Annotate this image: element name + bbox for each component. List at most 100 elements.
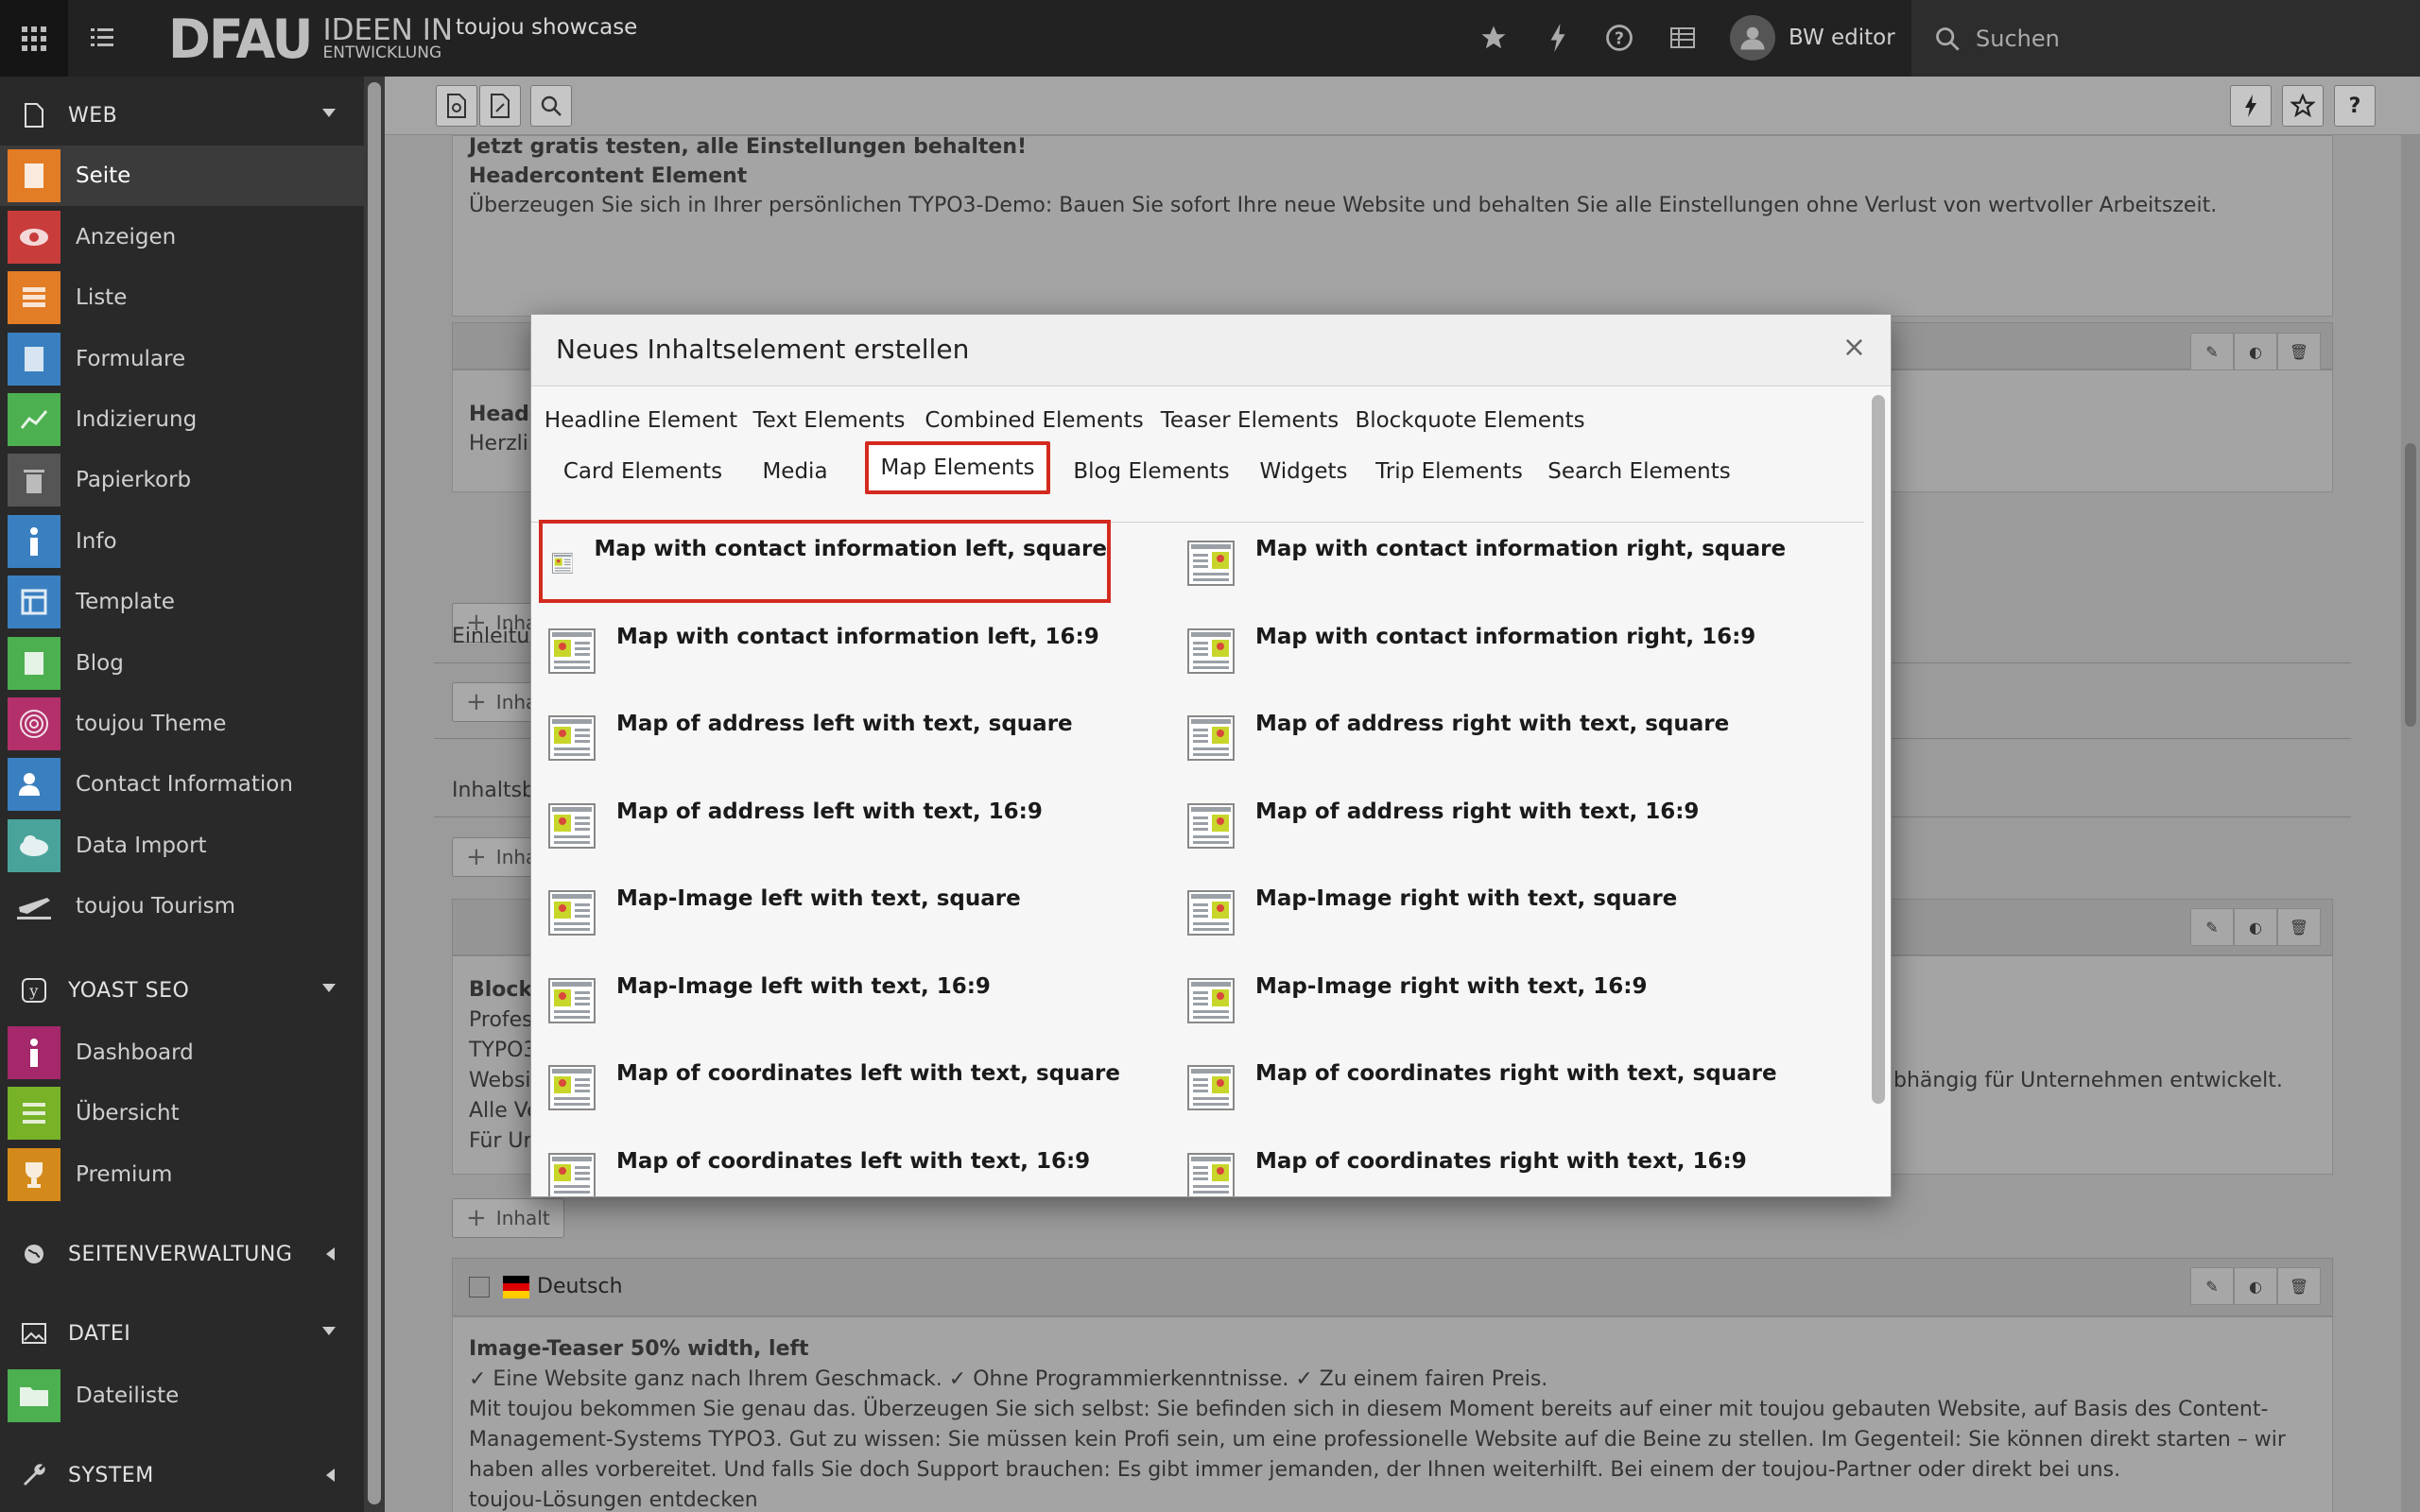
group-yoast-seo[interactable]: y YOAST SEO [0, 957, 364, 1023]
toggle-icon[interactable]: ◐ [2234, 1267, 2277, 1305]
user-menu[interactable]: BW editor [1730, 11, 1895, 64]
content-element-option[interactable]: Map of coordinates left with text, squar… [548, 1054, 1125, 1125]
edit-page-button[interactable] [479, 85, 521, 127]
module-data-import[interactable]: Data Import [0, 816, 364, 876]
tab-card-elements[interactable]: Card Elements [548, 448, 737, 495]
content-element-option[interactable]: Map-Image left with text, square [548, 879, 1125, 951]
module-toujou-theme[interactable]: toujou Theme [0, 694, 364, 754]
search-field[interactable]: Suchen [1911, 0, 2420, 77]
content-element-option[interactable]: Map of coordinates right with text, 16:9 [1187, 1142, 1849, 1196]
new-content-element-modal: Neues Inhaltselement erstellen × Headlin… [530, 314, 1892, 1197]
toggle-icon[interactable]: ◐ [2234, 333, 2277, 370]
tab-media[interactable]: Media [752, 448, 838, 495]
module-anzeigen[interactable]: Anzeigen [0, 207, 364, 267]
content-text: Image-Teaser 50% width, left [469, 1337, 809, 1361]
tab-headline-element[interactable]: Headline Element [544, 397, 737, 444]
bookmark-button[interactable] [2282, 85, 2324, 127]
content-element-option[interactable]: Map of address right with text, square [1187, 704, 1849, 776]
map-element-icon [1187, 541, 1235, 586]
page-tree-toggle-button[interactable] [78, 17, 127, 59]
site-name[interactable]: toujou showcase [456, 15, 637, 40]
dfau-logo[interactable]: DFAU IDEEN IN ENTWICKLUNG [168, 8, 453, 70]
module-label: Papierkorb [76, 468, 192, 492]
tab-widgets[interactable]: Widgets [1252, 448, 1356, 495]
edit-icon[interactable]: ✎ [2190, 908, 2234, 946]
content-text: Jetzt gratis testen, alle Einstellungen … [469, 135, 1028, 159]
group-seitenverwaltung[interactable]: SEITENVERWALTUNG [0, 1221, 364, 1287]
flush-cache-button[interactable] [1539, 19, 1577, 57]
delete-icon[interactable]: 🗑 [2277, 1267, 2321, 1305]
tab-blockquote-elements[interactable]: Blockquote Elements [1355, 397, 1584, 444]
content-element-option[interactable]: Map-Image right with text, square [1187, 879, 1849, 951]
module-seite[interactable]: Seite [0, 146, 364, 206]
content-element-option[interactable]: Map with contact information left, 16:9 [548, 617, 1125, 689]
edit-icon[interactable]: ✎ [2190, 333, 2234, 370]
module-label: Dateiliste [76, 1383, 180, 1408]
module-toujou-tourism[interactable]: toujou Tourism [0, 876, 364, 936]
tab-blog-elements[interactable]: Blog Elements [1064, 448, 1238, 495]
help-button[interactable]: ? [2334, 85, 2376, 127]
sidebar-scrollbar[interactable] [364, 77, 385, 1512]
module-info[interactable]: Info [0, 511, 364, 572]
content-element-option[interactable]: Map of address left with text, 16:9 [548, 792, 1125, 864]
question-circle-icon: ? [1606, 25, 1633, 51]
content-element-option[interactable]: Map of address left with text, square [548, 704, 1125, 776]
module-template[interactable]: Template [0, 572, 364, 632]
module-blog[interactable]: Blog [0, 633, 364, 694]
content-element-option[interactable]: Map with contact information right, squa… [1187, 529, 1849, 601]
content-element-label: Map of coordinates right with text, squa… [1255, 1061, 1777, 1086]
edit-icon[interactable]: ✎ [2190, 1267, 2234, 1305]
module-indizierung[interactable]: Indizierung [0, 389, 364, 450]
app-grid-button[interactable] [0, 0, 68, 77]
tab-map-elements[interactable]: Map Elements [865, 441, 1050, 494]
help-button[interactable]: ? [1600, 19, 1638, 57]
caret-down-icon [322, 109, 336, 117]
delete-icon[interactable]: 🗑 [2277, 333, 2321, 370]
module-dashboard[interactable]: Dashboard [0, 1022, 364, 1083]
template-icon [8, 576, 60, 628]
add-content-button[interactable]: + Inhalt [452, 1198, 564, 1238]
content-element-option[interactable]: Map of coordinates left with text, 16:9 [548, 1142, 1125, 1196]
view-page-button[interactable] [436, 85, 477, 127]
system-info-button[interactable] [1664, 19, 1702, 57]
tab-search-elements[interactable]: Search Elements [1545, 448, 1734, 495]
content-element-option[interactable]: Map with contact information right, 16:9 [1187, 617, 1849, 689]
map-element-icon [552, 553, 574, 574]
module-dateiliste[interactable]: Dateiliste [0, 1366, 364, 1426]
tab-combined-elements[interactable]: Combined Elements [925, 397, 1144, 444]
module-uebersicht[interactable]: Übersicht [0, 1083, 364, 1143]
content-element-option[interactable]: Map of coordinates right with text, squa… [1187, 1054, 1849, 1125]
tab-teaser-elements[interactable]: Teaser Elements [1157, 397, 1342, 444]
info-icon [8, 1026, 60, 1079]
content-text: Headercontent Element [469, 164, 748, 188]
content-element-option[interactable]: Map-Image right with text, 16:9 [1187, 967, 1849, 1039]
content-element-option[interactable]: Map-Image left with text, 16:9 [548, 967, 1125, 1039]
module-liste[interactable]: Liste [0, 267, 364, 328]
group-datei[interactable]: DATEI [0, 1300, 364, 1366]
module-papierkorb[interactable]: Papierkorb [0, 450, 364, 510]
content-element-option[interactable]: Map with contact information left, squar… [539, 520, 1111, 603]
bookmarks-button[interactable] [1475, 19, 1512, 57]
close-button[interactable]: × [1842, 334, 1866, 362]
group-web[interactable]: WEB [0, 82, 364, 148]
content-element-label: Map of coordinates right with text, 16:9 [1255, 1148, 1747, 1174]
delete-icon[interactable]: 🗑 [2277, 908, 2321, 946]
search-records-button[interactable] [530, 85, 572, 127]
module-premium[interactable]: Premium [0, 1144, 364, 1205]
clear-cache-button[interactable] [2230, 85, 2272, 127]
content-scrollbar[interactable] [2401, 135, 2420, 1512]
grid-icon [22, 26, 46, 51]
toggle-icon[interactable]: ◐ [2234, 908, 2277, 946]
cloud-download-icon [8, 819, 60, 872]
content-text: Websi [469, 1069, 531, 1092]
module-contact-information[interactable]: Contact Information [0, 754, 364, 815]
module-formulare[interactable]: Formulare [0, 329, 364, 389]
content-text: Block [469, 978, 533, 1002]
content-element-label: Map-Image left with text, 16:9 [616, 973, 991, 999]
tab-text-elements[interactable]: Text Elements [747, 397, 911, 444]
modal-scrollbar[interactable] [1864, 387, 1891, 1196]
module-label: Dashboard [76, 1040, 194, 1065]
tab-trip-elements[interactable]: Trip Elements [1369, 448, 1530, 495]
group-system[interactable]: SYSTEM [0, 1442, 364, 1508]
content-element-option[interactable]: Map of address right with text, 16:9 [1187, 792, 1849, 864]
